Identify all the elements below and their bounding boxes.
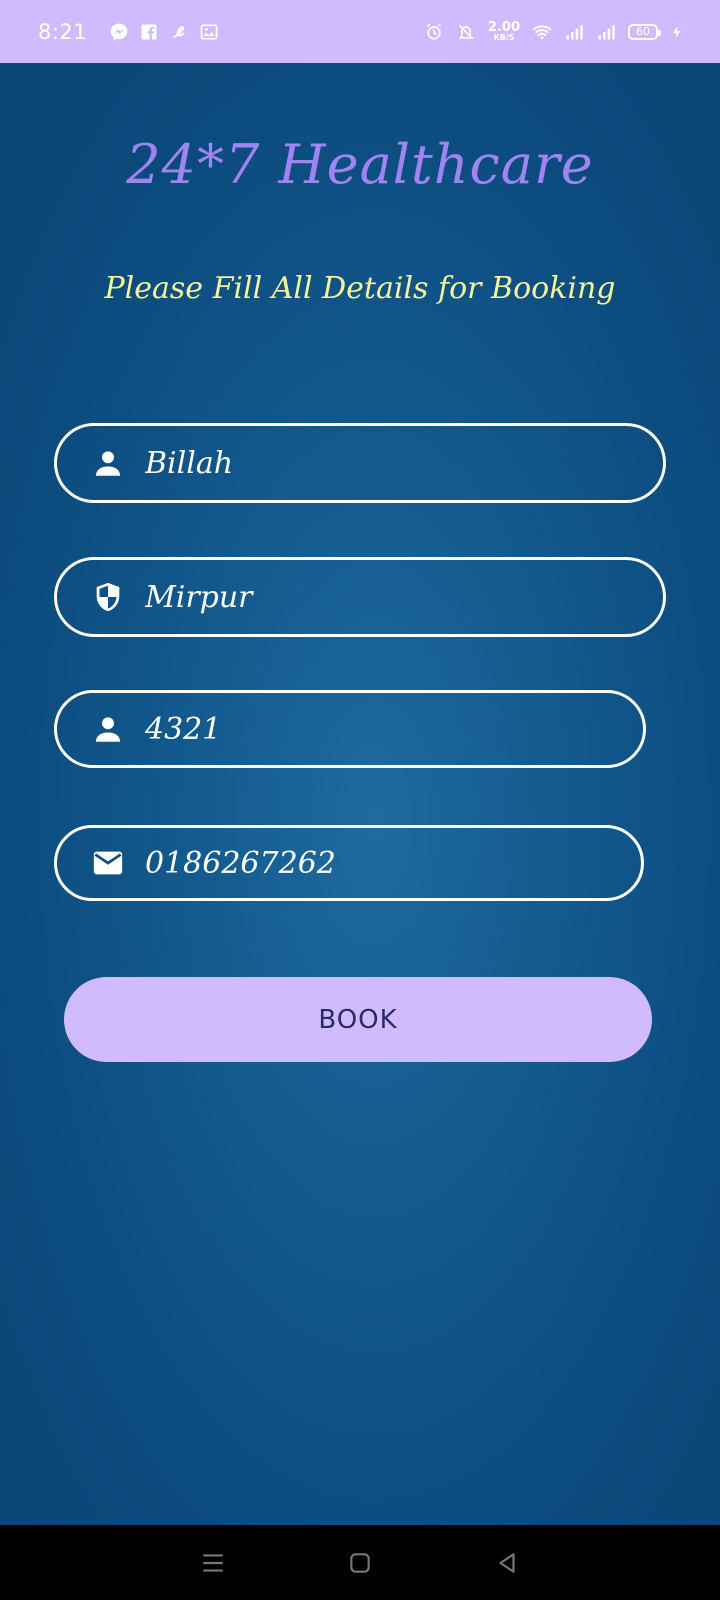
signal-icon: [598, 24, 615, 39]
charging-icon: [672, 25, 681, 38]
status-time: 8:21: [38, 19, 88, 44]
wifi-icon: [532, 24, 552, 39]
phone-input[interactable]: [145, 845, 641, 881]
messenger-icon: [110, 23, 128, 40]
id-field[interactable]: [54, 690, 646, 768]
status-bar: 8:21 2.00 KB/S 60: [0, 0, 720, 63]
address-input[interactable]: [145, 579, 663, 615]
system-status-icons: 2.00 KB/S 60: [424, 21, 684, 42]
signal-icon: [566, 24, 583, 39]
back-icon[interactable]: [494, 1550, 520, 1576]
email-icon: [93, 851, 123, 875]
facebook-icon: [141, 24, 157, 39]
notification-icons: [109, 22, 219, 42]
phone-field[interactable]: [54, 825, 644, 901]
name-input[interactable]: [145, 445, 663, 481]
gallery-icon: [200, 24, 218, 39]
booking-screen: 24*7 Healthcare Please Fill All Details …: [0, 63, 720, 1525]
shield-icon: [96, 582, 120, 612]
net-speed: 2.00 KB/S: [488, 21, 520, 42]
menu-icon[interactable]: [200, 1550, 226, 1576]
booking-subtitle: Please Fill All Details for Booking: [104, 271, 616, 306]
id-input[interactable]: [145, 711, 643, 747]
alarm-icon: [426, 23, 442, 39]
app-title: 24*7 Healthcare: [126, 133, 594, 196]
name-field[interactable]: [54, 423, 666, 503]
book-button[interactable]: BOOK: [64, 977, 652, 1062]
person-icon: [95, 451, 121, 476]
address-field[interactable]: [54, 557, 666, 637]
battery-level: 60: [636, 25, 650, 38]
person-icon: [95, 717, 121, 742]
vibrate-icon: [458, 24, 474, 39]
home-icon[interactable]: [347, 1550, 373, 1576]
net-speed-unit: KB/S: [493, 33, 515, 42]
navigation-bar: [0, 1525, 720, 1600]
airtel-icon: [173, 25, 185, 38]
battery-icon: 60: [628, 23, 661, 40]
